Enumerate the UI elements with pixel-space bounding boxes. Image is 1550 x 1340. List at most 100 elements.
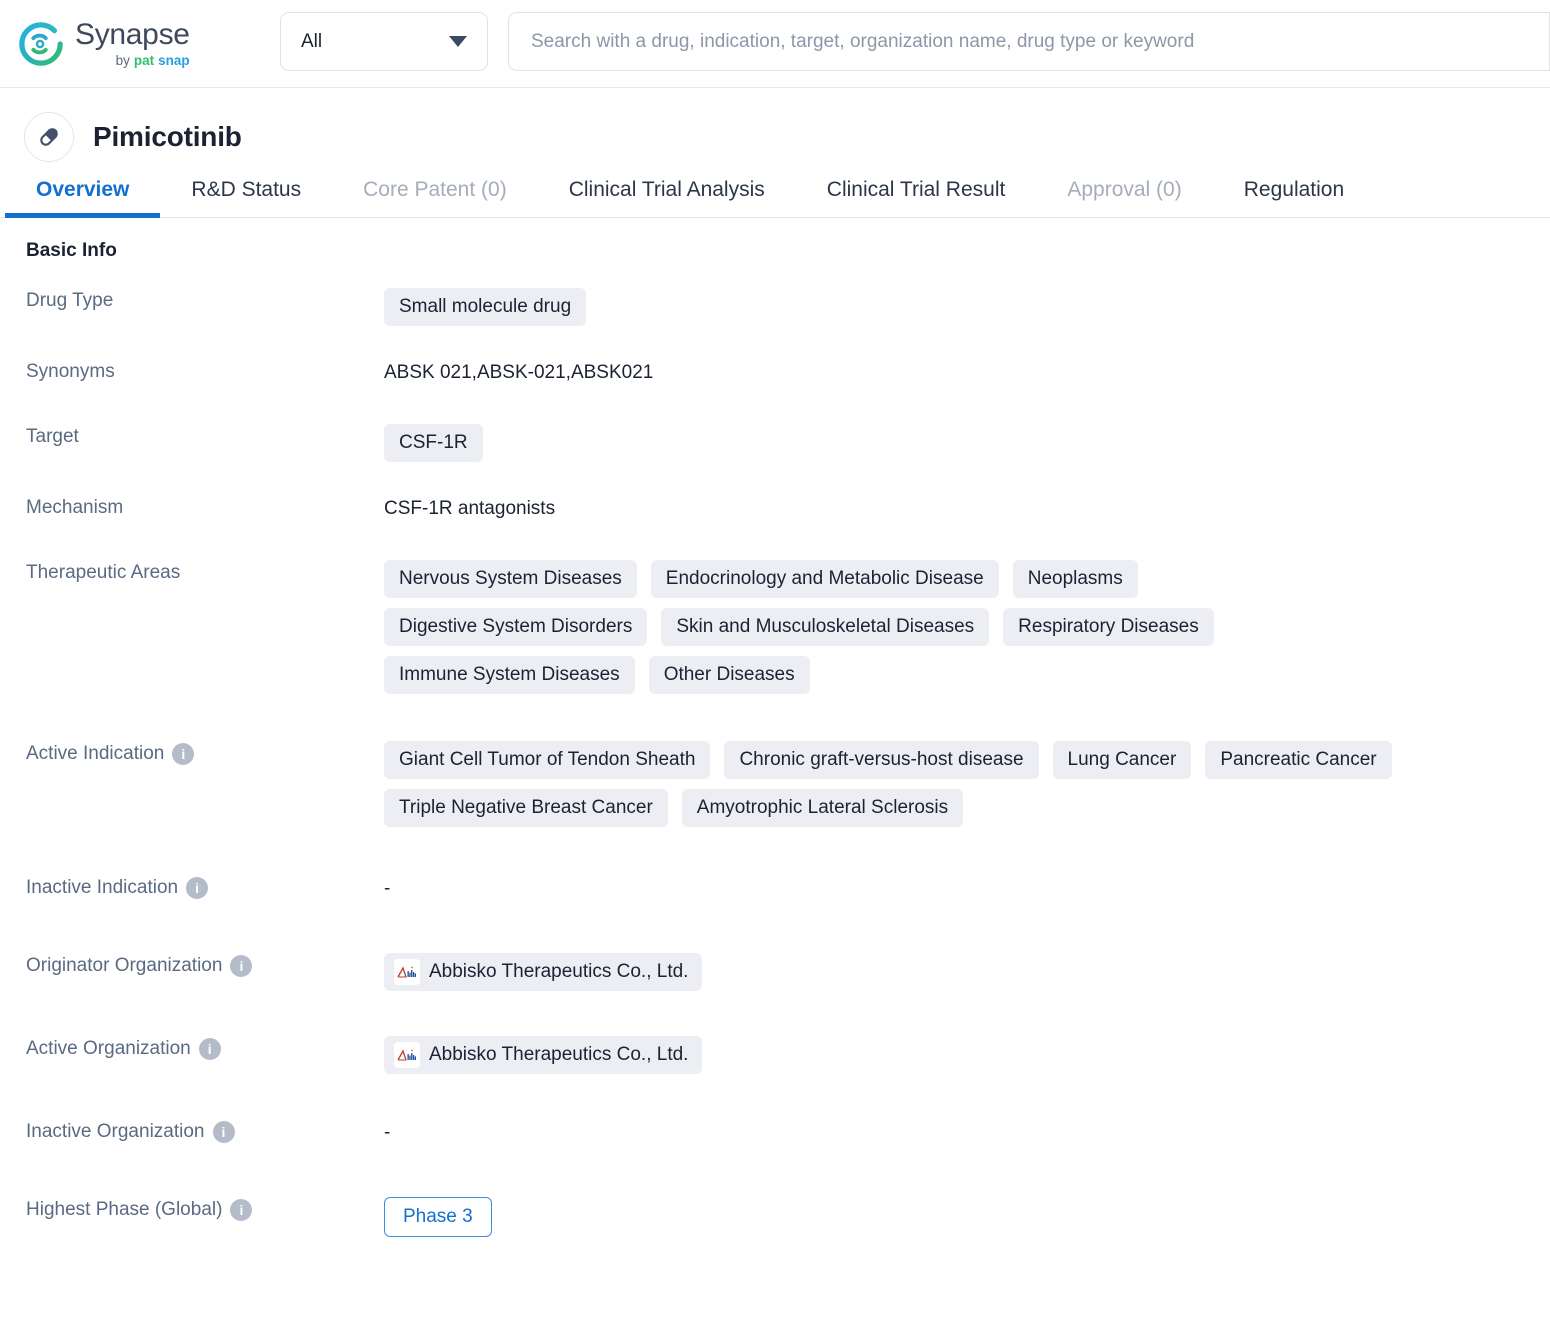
highest-phase-label: Highest Phase (Global) [26, 1199, 223, 1220]
search-scope-select[interactable]: All [280, 12, 488, 71]
info-icon[interactable]: i [230, 1199, 253, 1221]
field-active-indication: Active Indication i Giant Cell Tumor of … [26, 739, 1550, 827]
tab-overview[interactable]: Overview [5, 178, 161, 218]
drug-type-label: Drug Type [26, 290, 114, 311]
tag-therapeutic-area[interactable]: Neoplasms [1012, 560, 1138, 598]
tab-bar: Overview R&D Status Core Patent (0) Clin… [0, 160, 1550, 218]
tag-active-indication[interactable]: Giant Cell Tumor of Tendon Sheath [384, 741, 711, 779]
field-value: Giant Cell Tumor of Tendon Sheath Chroni… [384, 739, 1549, 827]
inactive-organization-value: - [384, 1122, 391, 1143]
field-therapeutic-areas: Therapeutic Areas Nervous System Disease… [26, 558, 1550, 694]
tag-therapeutic-area[interactable]: Endocrinology and Metabolic Disease [650, 560, 999, 598]
abbisko-logo-icon [394, 959, 420, 985]
synonyms-label: Synonyms [26, 361, 115, 382]
brand-name: Synapse [75, 17, 190, 51]
field-label: Drug Type [26, 286, 384, 312]
global-search[interactable] [508, 12, 1550, 71]
tag-target[interactable]: CSF-1R [384, 424, 483, 462]
field-value: Nervous System Diseases Endocrinology an… [384, 558, 1394, 694]
field-label: Highest Phase (Global) i [26, 1195, 384, 1221]
tab-core-patent[interactable]: Core Patent (0) [332, 178, 538, 217]
field-value: ABSK 021,ABSK-021,ABSK021 [384, 357, 1550, 384]
tag-drug-type[interactable]: Small molecule drug [384, 288, 587, 326]
overview-panel: Basic Info Drug Type Small molecule drug… [0, 218, 1550, 1237]
field-value: Phase 3 [384, 1195, 1550, 1237]
active-indication-label: Active Indication [26, 743, 165, 764]
synapse-logo-icon [18, 21, 64, 67]
organization-name: Abbisko Therapeutics Co., Ltd. [429, 1044, 689, 1065]
field-mechanism: Mechanism CSF-1R antagonists [26, 493, 1550, 527]
info-icon[interactable]: i [212, 1121, 235, 1143]
field-value: CSF-1R antagonists [384, 493, 1550, 520]
capsule-icon [24, 112, 74, 162]
field-active-organization: Active Organization i Abbisko Therapeuti… [26, 1034, 1550, 1074]
originator-organization-label: Originator Organization [26, 955, 223, 976]
drug-title-row: Pimicotinib [0, 88, 1550, 162]
field-label: Inactive Organization i [26, 1117, 384, 1143]
field-label: Active Indication i [26, 739, 384, 765]
tag-active-indication[interactable]: Triple Negative Breast Cancer [384, 789, 668, 827]
chevron-down-icon [449, 36, 467, 47]
tag-therapeutic-area[interactable]: Other Diseases [648, 656, 810, 694]
field-value: CSF-1R [384, 422, 1550, 462]
field-label: Active Organization i [26, 1034, 384, 1060]
brand-tagline: by pat snap [75, 54, 190, 68]
field-value: Small molecule drug [384, 286, 1550, 326]
mechanism-value: CSF-1R antagonists [384, 498, 556, 519]
field-label: Originator Organization i [26, 951, 384, 977]
field-target: Target CSF-1R [26, 422, 1550, 462]
organization-name: Abbisko Therapeutics Co., Ltd. [429, 961, 689, 982]
tag-therapeutic-area[interactable]: Skin and Musculoskeletal Diseases [661, 608, 990, 646]
info-icon[interactable]: i [198, 1038, 221, 1060]
brand-by: by [115, 52, 130, 68]
tag-originator-organization[interactable]: Abbisko Therapeutics Co., Ltd. [384, 953, 703, 991]
active-organization-label: Active Organization [26, 1038, 191, 1059]
inactive-organization-label: Inactive Organization [26, 1121, 205, 1142]
tag-active-indication[interactable]: Chronic graft-versus-host disease [724, 741, 1039, 779]
field-label: Mechanism [26, 493, 384, 519]
field-inactive-organization: Inactive Organization i - [26, 1117, 1550, 1151]
brand-logo[interactable]: Synapse by pat snap [18, 17, 268, 68]
therapeutic-areas-label: Therapeutic Areas [26, 562, 181, 583]
page-title: Pimicotinib [93, 121, 242, 152]
app-header: Synapse by pat snap All [0, 0, 1550, 88]
tag-active-indication[interactable]: Pancreatic Cancer [1205, 741, 1392, 779]
field-synonyms: Synonyms ABSK 021,ABSK-021,ABSK021 [26, 357, 1550, 391]
status-badge-highest-phase[interactable]: Phase 3 [384, 1197, 492, 1237]
field-highest-phase: Highest Phase (Global) i Phase 3 [26, 1195, 1550, 1237]
tab-rd-status[interactable]: R&D Status [160, 178, 332, 217]
tab-regulation[interactable]: Regulation [1213, 178, 1375, 217]
field-value: - [384, 1117, 1550, 1144]
target-label: Target [26, 426, 79, 447]
info-icon[interactable]: i [172, 743, 195, 765]
info-icon[interactable]: i [186, 877, 209, 899]
inactive-indication-value: - [384, 878, 391, 899]
info-icon[interactable]: i [230, 955, 253, 977]
field-value: Abbisko Therapeutics Co., Ltd. [384, 1034, 1550, 1074]
tag-active-organization[interactable]: Abbisko Therapeutics Co., Ltd. [384, 1036, 703, 1074]
mechanism-label: Mechanism [26, 497, 124, 518]
synonyms-value: ABSK 021,ABSK-021,ABSK021 [384, 362, 654, 383]
field-drug-type: Drug Type Small molecule drug [26, 286, 1550, 326]
field-label: Synonyms [26, 357, 384, 383]
tab-clinical-trial-analysis[interactable]: Clinical Trial Analysis [538, 178, 796, 217]
field-inactive-indication: Inactive Indication i - [26, 873, 1550, 907]
field-label: Target [26, 422, 384, 448]
search-scope-value: All [301, 30, 323, 52]
tag-therapeutic-area[interactable]: Immune System Diseases [384, 656, 635, 694]
search-input[interactable] [531, 30, 1527, 53]
brand-pat: pat [133, 52, 155, 68]
field-label: Inactive Indication i [26, 873, 384, 899]
tag-active-indication[interactable]: Lung Cancer [1052, 741, 1192, 779]
field-originator-organization: Originator Organization i Abbisko Therap… [26, 951, 1550, 991]
tab-clinical-trial-result[interactable]: Clinical Trial Result [796, 178, 1037, 217]
field-value: - [384, 873, 1550, 900]
tag-therapeutic-area[interactable]: Respiratory Diseases [1003, 608, 1214, 646]
tag-therapeutic-area[interactable]: Nervous System Diseases [384, 560, 637, 598]
inactive-indication-label: Inactive Indication [26, 877, 179, 898]
tab-approval[interactable]: Approval (0) [1036, 178, 1212, 217]
abbisko-logo-icon [394, 1042, 420, 1068]
tag-therapeutic-area[interactable]: Digestive System Disorders [384, 608, 648, 646]
field-value: Abbisko Therapeutics Co., Ltd. [384, 951, 1550, 991]
tag-active-indication[interactable]: Amyotrophic Lateral Sclerosis [681, 789, 964, 827]
